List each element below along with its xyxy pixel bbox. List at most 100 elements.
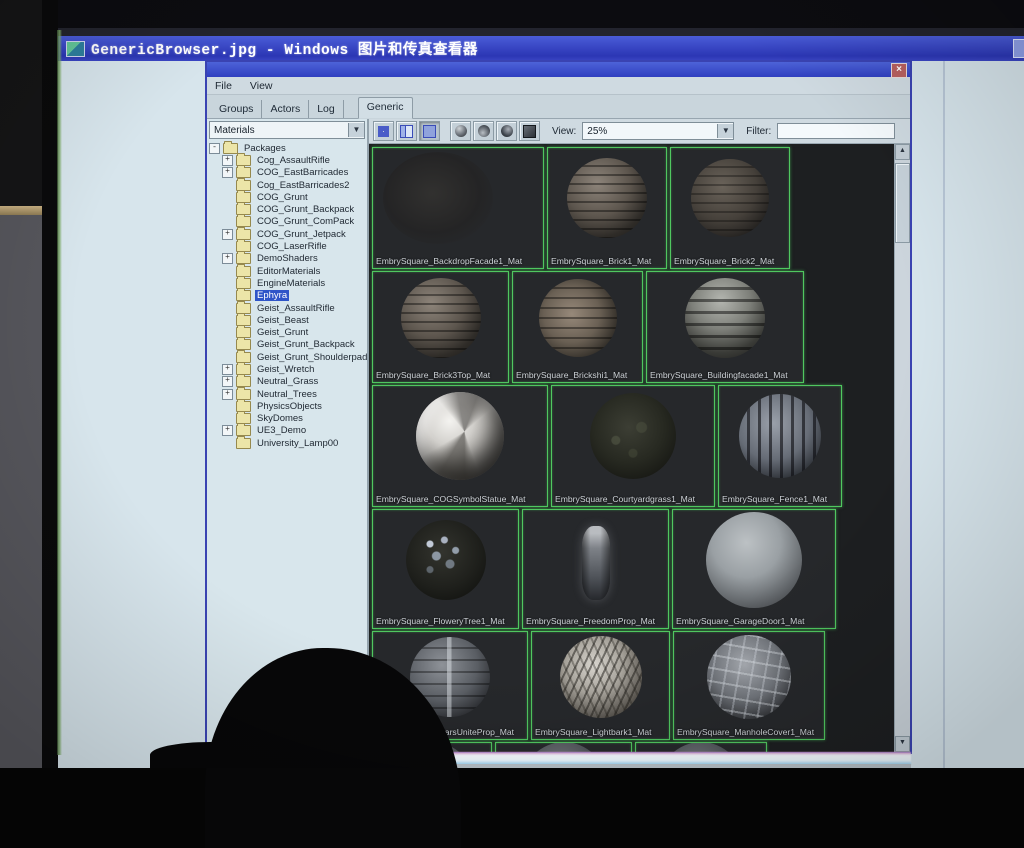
expand-icon[interactable]: + (222, 253, 233, 264)
material-tile-embrysquare_cogsymbolstatue_mat[interactable]: EmbrySquare_COGSymbolStatue_Mat (372, 385, 548, 507)
tree-item-skydomes[interactable]: SkyDomes (207, 413, 367, 425)
tree-item-cog_grunt_jetpack[interactable]: +COG_Grunt_Jetpack (207, 228, 367, 240)
sphere-primitive-icon[interactable] (450, 121, 471, 141)
material-tile-embrysquare_garagedoor1_mat[interactable]: EmbrySquare_GarageDoor1_Mat (672, 509, 836, 629)
material-tile-embrysquare_freedomprop_mat[interactable]: EmbrySquare_FreedomProp_Mat (522, 509, 669, 629)
browser-toolbar: View: 25% ▼ Filter: (369, 119, 910, 144)
scroll-down-icon[interactable]: ▼ (895, 736, 910, 752)
room-wall (0, 215, 42, 768)
material-tile[interactable] (635, 742, 767, 752)
tree-item-packages[interactable]: -Packages (207, 142, 367, 154)
folder-icon (236, 180, 251, 191)
tree-item-cog_assaultrifle[interactable]: +Cog_AssaultRifle (207, 154, 367, 166)
view-label: View: (552, 126, 576, 137)
resource-type-dropdown[interactable]: Materials ▼ (209, 121, 365, 139)
sphere-alt-primitive-icon[interactable] (473, 121, 494, 141)
tree-item-cog_laserrifle[interactable]: COG_LaserRifle (207, 240, 367, 252)
material-tile-embrysquare_lightbark1_mat[interactable]: EmbrySquare_Lightbark1_Mat (531, 631, 670, 740)
material-tile-embrysquare_brick1_mat[interactable]: EmbrySquare_Brick1_Mat (547, 147, 667, 269)
material-sphere-preview (739, 394, 821, 478)
tree-item-geist_beast[interactable]: Geist_Beast (207, 314, 367, 326)
window-title: GenericBrowser.jpg - Windows 图片和传真查看器 (91, 38, 478, 59)
tab-groups[interactable]: Groups (211, 100, 262, 118)
tree-item-ephyra[interactable]: Ephyra (207, 290, 367, 302)
tree-item-label: Geist_Wretch (255, 364, 316, 375)
tree-item-label: Neutral_Grass (255, 376, 320, 387)
scrollbar-thumb[interactable] (895, 163, 910, 243)
material-sphere-preview (590, 393, 676, 479)
tree-item-label: EngineMaterials (255, 278, 327, 289)
close-icon[interactable]: × (891, 63, 907, 78)
tree-item-enginematerials[interactable]: EngineMaterials (207, 277, 367, 289)
tree-item-geist_grunt_backpack[interactable]: Geist_Grunt_Backpack (207, 339, 367, 351)
material-tile-embrysquare_fence1_mat[interactable]: EmbrySquare_Fence1_Mat (718, 385, 842, 507)
tree-item-label: DemoShaders (255, 253, 320, 264)
tree-item-label: COG_Grunt_Backpack (255, 204, 356, 215)
tree-item-ue3_demo[interactable]: +UE3_Demo (207, 425, 367, 437)
material-sphere-preview (406, 520, 486, 600)
expand-icon[interactable]: + (222, 155, 233, 166)
expand-icon[interactable]: + (222, 389, 233, 400)
tree-item-cog_grunt_backpack[interactable]: COG_Grunt_Backpack (207, 203, 367, 215)
thumbnail-panel: View: 25% ▼ Filter: EmbrySquare_Backdrop… (369, 119, 910, 752)
tab-generic[interactable]: Generic (358, 97, 413, 119)
single-pane-view-icon[interactable] (419, 121, 440, 141)
tree-item-cog_grunt_compack[interactable]: COG_Grunt_ComPack (207, 216, 367, 228)
tree-item-cog_eastbarricades2[interactable]: Cog_EastBarricades2 (207, 179, 367, 191)
tree-item-geist_grunt[interactable]: Geist_Grunt (207, 326, 367, 338)
tree-item-cog_grunt[interactable]: COG_Grunt (207, 191, 367, 203)
tree-item-demoshaders[interactable]: + DemoShaders (207, 253, 367, 265)
tree-item-neutral_grass[interactable]: + Neutral_Grass (207, 376, 367, 388)
material-tile-label: EmbrySquare_Brickshi1_Mat (516, 370, 640, 380)
material-tile-embrysquare_flowerytree1_mat[interactable]: EmbrySquare_FloweryTree1_Mat (372, 509, 519, 629)
expand-icon[interactable]: + (222, 364, 233, 375)
grid-view-icon[interactable] (373, 121, 394, 141)
chevron-down-icon[interactable]: ▼ (717, 124, 733, 138)
screen-top-dark-band (58, 0, 1024, 28)
material-tile-label: EmbrySquare_Courtyardgrass1_Mat (555, 494, 712, 504)
expand-icon[interactable]: + (222, 229, 233, 240)
folder-icon (236, 376, 251, 387)
tree-item-cog_eastbarricades[interactable]: +COG_EastBarricades (207, 167, 367, 179)
cube-primitive-icon[interactable] (519, 121, 540, 141)
material-tile-embrysquare_brick2_mat[interactable]: EmbrySquare_Brick2_Mat (670, 147, 790, 269)
tab-actors[interactable]: Actors (262, 100, 309, 118)
vertical-scrollbar[interactable]: ▲ ▼ (894, 144, 910, 752)
chevron-down-icon[interactable]: ▼ (348, 123, 364, 137)
material-sphere-preview (582, 526, 610, 600)
material-tile-embrysquare_courtyardgrass1_mat[interactable]: EmbrySquare_Courtyardgrass1_Mat (551, 385, 715, 507)
material-sphere-preview (567, 158, 647, 238)
sphere-dark-primitive-icon[interactable] (496, 121, 517, 141)
menu-file[interactable]: File (215, 80, 232, 92)
expand-icon[interactable]: + (222, 167, 233, 178)
tab-log[interactable]: Log (309, 100, 344, 118)
material-tile-embrysquare_manholecover1_mat[interactable]: EmbrySquare_ManholeCover1_Mat (673, 631, 825, 740)
tree-item-label: Geist_Grunt_Backpack (255, 339, 357, 350)
expand-icon[interactable]: + (222, 425, 233, 436)
scroll-up-icon[interactable]: ▲ (895, 144, 910, 160)
titlebar-button-partial[interactable] (1013, 39, 1024, 58)
material-tile-embrysquare_backdropfacade1_mat[interactable]: EmbrySquare_BackdropFacade1_Mat (372, 147, 544, 269)
material-tile-embrysquare_buildingfacade1_mat[interactable]: EmbrySquare_Buildingfacade1_Mat (646, 271, 804, 383)
filter-input[interactable] (777, 123, 895, 139)
tree-item-physicsobjects[interactable]: PhysicsObjects (207, 400, 367, 412)
collapse-icon[interactable]: - (209, 143, 220, 154)
material-tile[interactable] (495, 742, 632, 752)
tree-item-geist_grunt_shoulderpad[interactable]: Geist_Grunt_Shoulderpad (207, 351, 367, 363)
material-tile-embrysquare_brick3top_mat[interactable]: EmbrySquare_Brick3Top_Mat (372, 271, 509, 383)
menu-view[interactable]: View (250, 80, 273, 92)
tree-item-neutral_trees[interactable]: +Neutral_Trees (207, 388, 367, 400)
tree-item-geist_wretch[interactable]: + Geist_Wretch (207, 363, 367, 375)
material-grid: EmbrySquare_BackdropFacade1_MatEmbrySqua… (369, 144, 894, 752)
split-view-icon[interactable] (396, 121, 417, 141)
tree-item-editormaterials[interactable]: EditorMaterials (207, 265, 367, 277)
expand-icon[interactable]: + (222, 376, 233, 387)
material-tile-embrysquare_brickshi1_mat[interactable]: EmbrySquare_Brickshi1_Mat (512, 271, 643, 383)
material-tile-label: EmbrySquare_Brick2_Mat (674, 256, 787, 266)
tree-item-geist_assaultrifle[interactable]: Geist_AssaultRifle (207, 302, 367, 314)
zoom-level-dropdown[interactable]: 25% ▼ (582, 122, 734, 140)
tree-item-university_lamp00[interactable]: University_Lamp00 (207, 437, 367, 449)
folder-icon (236, 438, 251, 449)
scrollbar-track[interactable] (895, 160, 910, 736)
folder-icon (236, 266, 251, 277)
